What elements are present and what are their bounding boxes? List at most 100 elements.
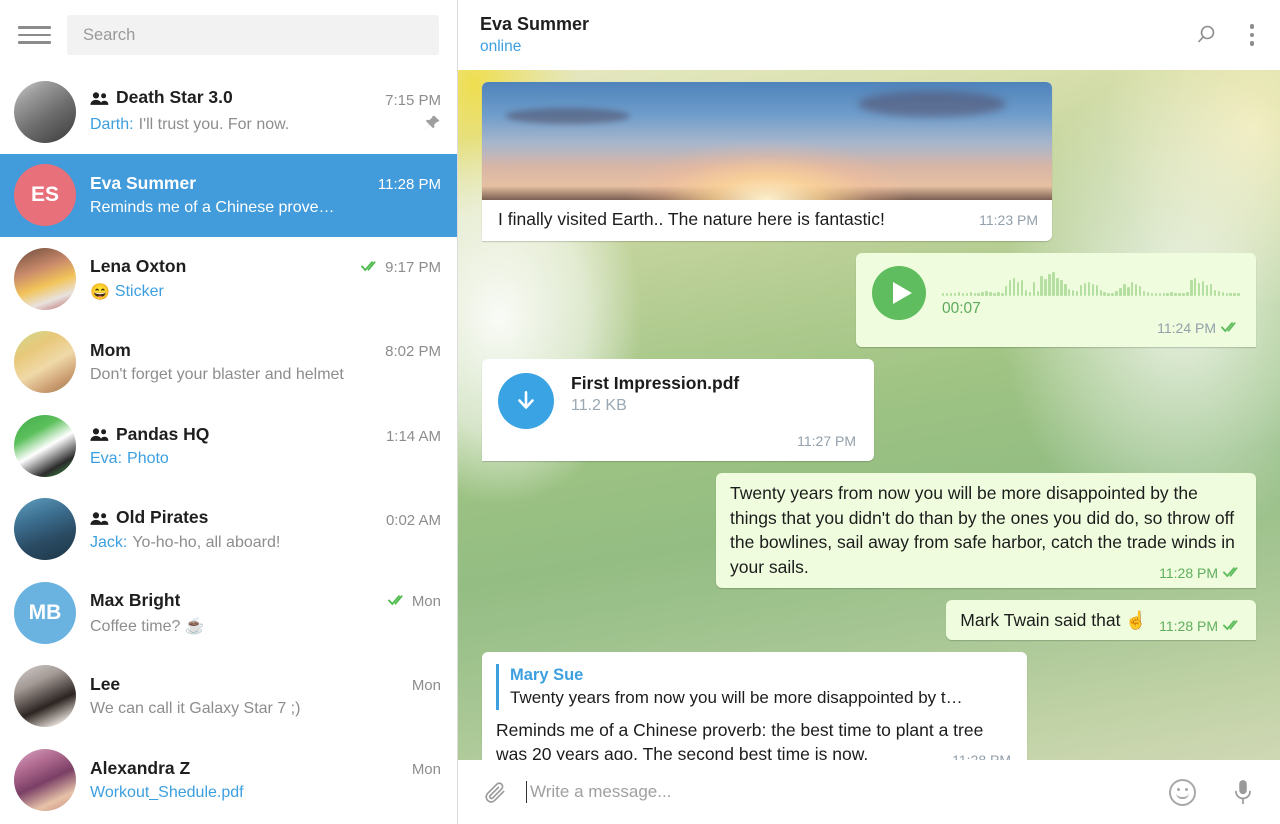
hamburger-menu-icon[interactable]	[18, 18, 52, 52]
search-icon[interactable]	[1194, 23, 1218, 47]
emoji-smiley-icon[interactable]	[1169, 779, 1196, 806]
avatar[interactable]: MB	[14, 582, 76, 644]
message-row: I finally visited Earth.. The nature her…	[482, 82, 1256, 241]
message-row: 00:0711:24 PM	[482, 253, 1256, 347]
voice-message-bubble[interactable]: 00:0711:24 PM	[856, 253, 1256, 347]
chat-item-name: Mom	[90, 340, 131, 361]
chat-item-body: Lee Mon We can call it Galaxy Star 7 ;)	[90, 674, 441, 718]
chat-item-time: Mon	[412, 761, 441, 778]
chat-preview-wrap: Darth:I'll trust you. For now.	[90, 116, 289, 134]
message-input[interactable]	[526, 781, 1169, 803]
chat-preview-wrap: Reminds me of a Chinese prove…	[90, 199, 335, 217]
chat-name-wrap: Old Pirates	[90, 507, 208, 528]
chat-preview-wrap: Don't forget your blaster and helmet	[90, 366, 344, 384]
avatar[interactable]	[14, 498, 76, 560]
chat-item-meta: Mon	[402, 761, 441, 778]
voice-details: 00:0711:24 PM	[942, 266, 1240, 336]
search-box[interactable]	[67, 15, 439, 55]
chat-item-meta: 9:17 PM	[351, 259, 441, 277]
chat-name-wrap: Lee	[90, 674, 120, 695]
emoji-glyph: 😄	[90, 282, 110, 302]
microphone-icon[interactable]	[1230, 778, 1256, 806]
text-message-bubble[interactable]: Mark Twain said that ☝11:28 PM	[946, 600, 1256, 641]
chat-item-time: Mon	[412, 593, 441, 610]
photo-message-bubble[interactable]: I finally visited Earth.. The nature her…	[482, 82, 1052, 241]
avatar[interactable]	[14, 749, 76, 811]
message-text: Twenty years from now you will be more d…	[716, 473, 1256, 588]
play-button-icon[interactable]	[872, 266, 926, 320]
chat-name-wrap: Max Bright	[90, 590, 180, 611]
file-meta: First Impression.pdf11.2 KB	[571, 373, 856, 415]
message-text: Reminds me of a Chinese proverb: the bes…	[496, 718, 1013, 760]
chat-item-name: Old Pirates	[116, 507, 208, 528]
chat-list-item[interactable]: Pandas HQ1:14 AMEva:Photo	[0, 404, 457, 488]
chat-list-item[interactable]: Death Star 3.07:15 PMDarth:I'll trust yo…	[0, 70, 457, 154]
chat-name-wrap: Lena Oxton	[90, 256, 186, 277]
chat-preview-wrap: Workout_Shedule.pdf	[90, 784, 244, 802]
chat-item-body: Max Bright Mon Coffee time? ☕	[90, 590, 441, 636]
chat-list-item[interactable]: Lena Oxton 9:17 PM 😄 Sticker	[0, 237, 457, 321]
message-time: 11:28 PM	[1159, 617, 1242, 637]
chat-item-meta: Mon	[402, 677, 441, 694]
chat-header-info[interactable]: Eva Summer online	[480, 12, 1194, 57]
chat-item-name: Pandas HQ	[116, 424, 209, 445]
quoted-author: Mary Sue	[510, 664, 1013, 686]
audio-waveform[interactable]	[942, 270, 1240, 296]
telegram-app-window: Death Star 3.07:15 PMDarth:I'll trust yo…	[0, 0, 1280, 824]
photo-thumbnail[interactable]	[482, 82, 1052, 200]
preview-sender: Jack:	[90, 534, 127, 552]
chat-item-meta: 8:02 PM	[375, 343, 441, 360]
chat-list-item[interactable]: Alexandra ZMonWorkout_Shedule.pdf	[0, 738, 457, 822]
group-chat-icon	[90, 512, 109, 526]
chat-list-item[interactable]: Mom 8:02 PM Don't forget your blaster and …	[0, 321, 457, 405]
chat-item-preview: Sticker	[115, 283, 164, 301]
paperclip-icon[interactable]	[482, 779, 508, 805]
chat-name-wrap: Eva Summer	[90, 173, 196, 194]
avatar[interactable]	[14, 81, 76, 143]
chat-name-wrap: Pandas HQ	[90, 424, 209, 445]
chat-item-preview: Workout_Shedule.pdf	[90, 784, 244, 802]
message-input-wrap[interactable]	[526, 781, 1169, 803]
message-time: 11:23 PM	[979, 212, 1038, 228]
file-message-bubble[interactable]: First Impression.pdf11.2 KB11:27 PM	[482, 359, 874, 461]
file-name: First Impression.pdf	[571, 373, 856, 394]
chat-item-time: 1:14 AM	[386, 428, 441, 445]
chat-item-body: Pandas HQ1:14 AMEva:Photo	[90, 424, 441, 469]
chat-item-name: Eva Summer	[90, 173, 196, 194]
chat-item-body: Alexandra ZMonWorkout_Shedule.pdf	[90, 758, 441, 802]
group-chat-icon	[90, 428, 109, 442]
composer-actions	[1169, 778, 1256, 806]
chat-item-time: 9:17 PM	[385, 259, 441, 276]
chat-list-item[interactable]: Lee Mon We can call it Galaxy Star 7 ;)	[0, 655, 457, 739]
avatar[interactable]	[14, 665, 76, 727]
reply-message-bubble[interactable]: Mary SueTwenty years from now you will b…	[482, 652, 1027, 760]
chat-list-item[interactable]: Old Pirates0:02 AMJack:Yo-ho-ho, all abo…	[0, 488, 457, 572]
search-input[interactable]	[83, 26, 423, 45]
message-time: 11:24 PM	[1157, 320, 1240, 336]
avatar[interactable]	[14, 248, 76, 310]
chat-title: Eva Summer	[480, 12, 1194, 36]
double-check-icon	[361, 259, 380, 277]
message-time: 11:28 PM	[1159, 564, 1242, 584]
chat-item-preview: We can call it Galaxy Star 7 ;)	[90, 700, 300, 718]
message-time: 11:28 PM	[952, 751, 1011, 760]
preview-sender: Darth:	[90, 116, 134, 134]
avatar[interactable]	[14, 331, 76, 393]
chat-list-item[interactable]: ES Eva Summer 11:28 PM Reminds me of a Chin…	[0, 154, 457, 238]
quoted-message[interactable]: Mary SueTwenty years from now you will b…	[496, 664, 1013, 709]
group-chat-icon	[90, 92, 109, 106]
header-actions	[1194, 20, 1259, 50]
more-vertical-icon[interactable]	[1246, 20, 1259, 50]
download-icon[interactable]	[498, 373, 554, 429]
chat-item-preview: Yo-ho-ho, all aboard!	[132, 534, 280, 552]
chat-list-item[interactable]: MB Max Bright Mon Coffee time? ☕	[0, 571, 457, 655]
double-check-icon	[388, 593, 407, 611]
chat-item-meta: 11:28 PM	[368, 176, 441, 193]
chat-item-preview: Coffee time? ☕	[90, 616, 205, 636]
double-check-icon	[1223, 617, 1242, 637]
chat-item-name: Death Star 3.0	[116, 87, 233, 108]
text-message-bubble[interactable]: Twenty years from now you will be more d…	[716, 473, 1256, 588]
sidebar-toolbar	[0, 0, 457, 70]
avatar[interactable]: ES	[14, 164, 76, 226]
avatar[interactable]	[14, 415, 76, 477]
